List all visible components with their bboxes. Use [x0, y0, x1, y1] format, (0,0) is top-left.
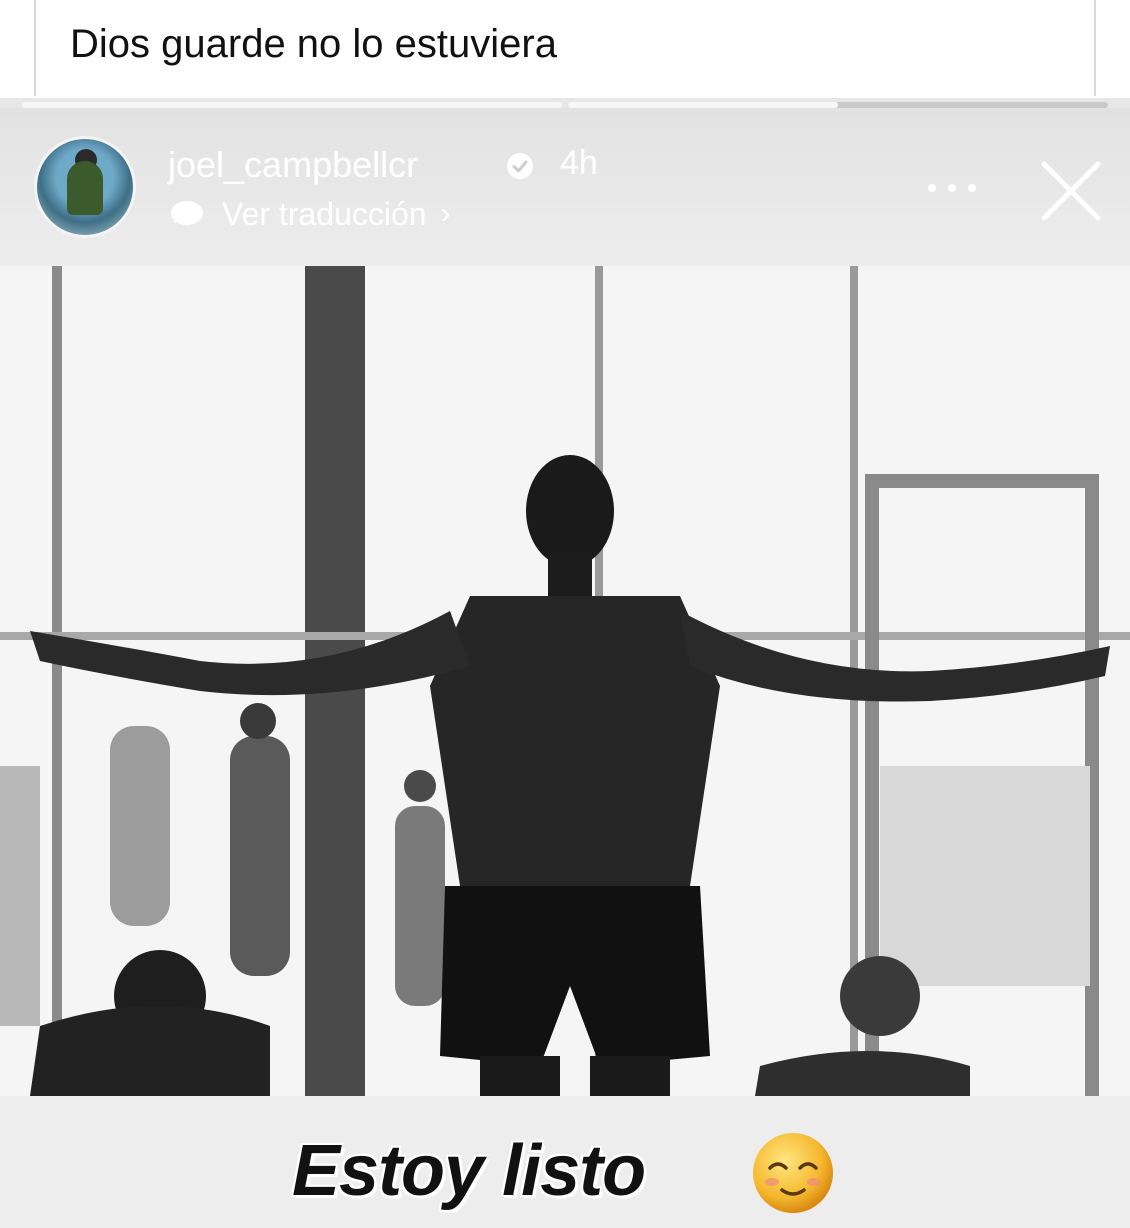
close-icon[interactable]: [1036, 156, 1106, 226]
story-progress-bar: [22, 102, 562, 108]
story-photo: [0, 266, 1130, 1096]
story-sticker-band: Estoy listo: [0, 1096, 1130, 1228]
story-photo-illustration: [0, 266, 1130, 1096]
more-options-icon[interactable]: [928, 178, 976, 198]
translate-bubble-icon: [171, 201, 203, 225]
avatar[interactable]: [34, 136, 136, 238]
chevron-right-icon: ›: [440, 197, 451, 230]
story-progress-fill: [22, 102, 562, 108]
story-time: 4h: [560, 144, 598, 182]
instagram-story[interactable]: joel_campbellcr 4h Ver traducción › Esto…: [0, 98, 1130, 1228]
story-header: joel_campbellcr 4h Ver traducción ›: [0, 108, 1130, 266]
post-text-area: Dios guarde no lo estuviera: [0, 0, 1130, 98]
verified-badge-icon: [507, 153, 533, 179]
relieved-face-emoji: [753, 1133, 833, 1213]
more-dot: [968, 184, 976, 192]
see-translation-label: Ver traducción: [222, 195, 427, 232]
more-dot: [948, 184, 956, 192]
post-caption: Dios guarde no lo estuviera: [70, 22, 557, 66]
see-translation-button[interactable]: Ver traducción ›: [168, 194, 451, 234]
story-progress-bar: [568, 102, 1108, 108]
more-dot: [928, 184, 936, 192]
story-progress-fill: [568, 102, 838, 108]
avatar-figure: [67, 161, 103, 215]
story-username[interactable]: joel_campbellcr: [168, 144, 418, 186]
story-sticker-text: Estoy listo: [292, 1131, 646, 1211]
